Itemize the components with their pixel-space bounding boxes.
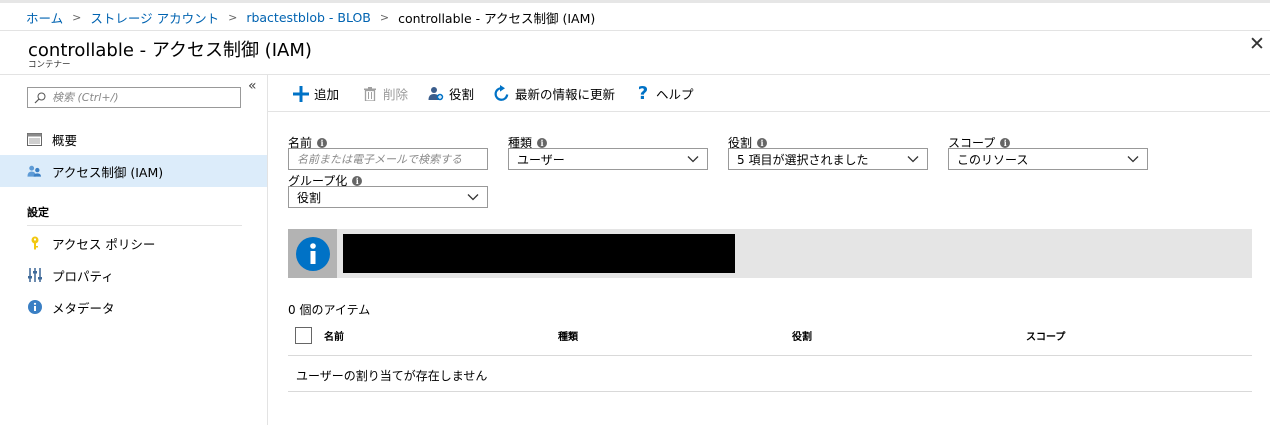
breadcrumb-blob[interactable]: rbactestblob - BLOB bbox=[246, 10, 371, 25]
sidebar-item-label: アクセス ポリシー bbox=[52, 236, 156, 252]
chevron-down-icon bbox=[687, 156, 699, 163]
group-dropdown[interactable]: 役割 bbox=[288, 186, 488, 208]
column-header-role[interactable]: 役割 bbox=[792, 328, 812, 343]
name-search-input[interactable] bbox=[297, 152, 477, 166]
sidebar-item-label: プロパティ bbox=[52, 268, 114, 284]
chevron-right-icon: > bbox=[72, 11, 82, 24]
sidebar-item-access-policy[interactable]: アクセス ポリシー bbox=[0, 227, 267, 259]
divider bbox=[0, 30, 1270, 31]
sidebar-item-label: 概要 bbox=[52, 132, 78, 148]
search-input[interactable] bbox=[46, 91, 232, 104]
refresh-button[interactable]: 最新の情報に更新 bbox=[493, 84, 615, 103]
divider bbox=[288, 355, 1252, 356]
breadcrumb-current: controllable - アクセス制御 (IAM) bbox=[398, 11, 596, 26]
name-filter-field[interactable] bbox=[288, 148, 488, 170]
info-icon[interactable]: i bbox=[537, 137, 548, 148]
divider bbox=[288, 391, 1252, 392]
sidebar-item-overview[interactable]: 概要 bbox=[0, 123, 267, 155]
role-icon bbox=[427, 85, 445, 103]
info-banner bbox=[288, 229, 1252, 278]
properties-icon bbox=[27, 268, 42, 283]
info-icon[interactable]: i bbox=[352, 175, 363, 186]
sidebar-item-iam[interactable]: アクセス制御 (IAM) bbox=[0, 155, 267, 187]
add-label: 追加 bbox=[314, 87, 340, 102]
overview-icon bbox=[27, 132, 42, 147]
column-header-name[interactable]: 名前 bbox=[324, 328, 344, 343]
settings-section-title: 設定 bbox=[27, 206, 49, 219]
info-icon[interactable]: i bbox=[317, 137, 328, 148]
breadcrumb-storage-accounts[interactable]: ストレージ アカウント bbox=[90, 8, 219, 27]
sidebar-search[interactable] bbox=[27, 87, 241, 108]
chevron-right-icon: > bbox=[228, 11, 238, 24]
role-dropdown[interactable]: 5 項目が選択されました bbox=[728, 148, 928, 170]
divider bbox=[27, 225, 242, 226]
column-header-scope[interactable]: スコープ bbox=[1026, 328, 1065, 343]
chevron-right-icon: > bbox=[379, 11, 390, 24]
breadcrumb-home[interactable]: ホーム bbox=[26, 8, 63, 27]
refresh-icon bbox=[493, 85, 511, 103]
scope-dropdown[interactable]: このリソース bbox=[948, 148, 1148, 170]
sidebar-item-label: メタデータ bbox=[52, 300, 115, 316]
empty-state-message: ユーザーの割り当てが存在しません bbox=[296, 369, 488, 383]
chevron-down-icon bbox=[467, 194, 479, 201]
plus-icon bbox=[292, 85, 310, 103]
type-dropdown-value: ユーザー bbox=[517, 152, 565, 167]
delete-label: 削除 bbox=[383, 87, 409, 102]
help-label: ヘルプ bbox=[656, 87, 694, 102]
chevron-down-icon bbox=[1127, 156, 1139, 163]
sidebar-item-label: アクセス制御 (IAM) bbox=[52, 164, 164, 180]
info-icon bbox=[27, 300, 42, 315]
command-bar: 追加 削除 役割 最新の情報に更新 ? ヘルプ bbox=[268, 75, 1270, 112]
page-subtitle: コンテナー bbox=[28, 60, 71, 70]
info-icon bbox=[288, 229, 337, 278]
key-icon bbox=[27, 236, 42, 251]
info-icon[interactable]: i bbox=[1000, 137, 1011, 148]
collapse-sidebar-icon[interactable]: « bbox=[248, 78, 257, 94]
close-icon[interactable]: ✕ bbox=[1247, 35, 1267, 55]
column-header-type[interactable]: 種類 bbox=[558, 328, 578, 343]
item-count: 0 個のアイテム bbox=[288, 303, 371, 317]
type-dropdown[interactable]: ユーザー bbox=[508, 148, 708, 170]
redacted-message bbox=[343, 234, 735, 273]
select-all-checkbox[interactable] bbox=[295, 327, 312, 344]
page-title: controllable - アクセス制御 (IAM) bbox=[28, 40, 312, 61]
trash-icon bbox=[361, 85, 379, 103]
add-button[interactable]: 追加 bbox=[292, 84, 339, 103]
sidebar: « 概要 アクセス制御 (IAM) 設定 bbox=[0, 75, 268, 425]
delete-button[interactable]: 削除 bbox=[361, 84, 408, 103]
info-icon[interactable]: i bbox=[757, 137, 768, 148]
sidebar-item-properties[interactable]: プロパティ bbox=[0, 259, 267, 291]
roles-label: 役割 bbox=[449, 87, 475, 102]
roles-button[interactable]: 役割 bbox=[427, 84, 474, 103]
question-icon: ? bbox=[637, 83, 649, 104]
breadcrumb: ホーム > ストレージ アカウント > rbactestblob - BLOB … bbox=[26, 8, 595, 27]
group-dropdown-value: 役割 bbox=[297, 190, 322, 205]
help-button[interactable]: ? ヘルプ bbox=[634, 83, 694, 104]
scope-dropdown-value: このリソース bbox=[957, 152, 1029, 167]
top-border bbox=[0, 0, 1270, 3]
iam-users-icon bbox=[27, 164, 42, 179]
sidebar-item-metadata[interactable]: メタデータ bbox=[0, 291, 267, 323]
role-dropdown-value: 5 項目が選択されました bbox=[737, 152, 869, 167]
search-icon bbox=[34, 92, 46, 103]
refresh-label: 最新の情報に更新 bbox=[515, 87, 616, 102]
chevron-down-icon bbox=[907, 156, 919, 163]
